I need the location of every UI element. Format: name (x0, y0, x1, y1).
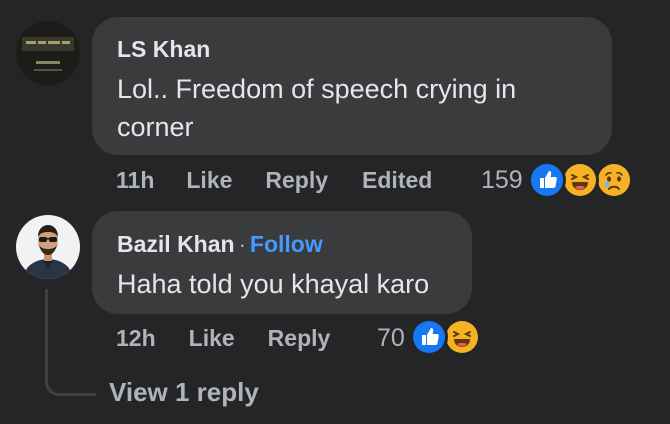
comment-header: Bazil Khan · Follow (117, 230, 448, 262)
comment-text-line: corner (117, 112, 194, 142)
comment-author[interactable]: Bazil Khan (117, 231, 235, 257)
like-icon (410, 318, 448, 356)
avatar-ls-khan[interactable] (16, 21, 80, 85)
separator-dot: · (238, 232, 246, 257)
haha-icon (443, 318, 481, 356)
comment-bubble: LS Khan Lol.. Freedom of speech crying i… (92, 17, 612, 155)
comment-text: Lol.. Freedom of speech crying in corner (117, 70, 588, 146)
reply-button[interactable]: Reply (268, 325, 331, 352)
like-button[interactable]: Like (186, 167, 232, 194)
comment-text: Haha told you khayal karo (117, 269, 430, 299)
avatar-image (16, 215, 80, 279)
haha-icon (561, 161, 599, 199)
comments-section: LS Khan Lol.. Freedom of speech crying i… (0, 0, 670, 424)
like-button[interactable]: Like (189, 325, 235, 352)
sad-icon (595, 161, 633, 199)
comment-actions: 11h Like Reply Edited (116, 163, 432, 197)
reaction-count[interactable]: 70 (377, 321, 405, 355)
avatar-image (16, 21, 80, 85)
edited-label: Edited (362, 166, 433, 193)
follow-button[interactable]: Follow (250, 231, 323, 257)
view-replies-link[interactable]: View 1 reply (109, 377, 259, 408)
avatar-bazil-khan[interactable] (16, 215, 80, 279)
reply-button[interactable]: Reply (265, 167, 328, 194)
comment-author[interactable]: LS Khan (117, 35, 588, 63)
comment-bubble: Bazil Khan · Follow Haha told you khayal k… (92, 211, 472, 314)
comment-actions: 12h Like Reply (116, 321, 330, 355)
comment-timestamp[interactable]: 11h (116, 167, 154, 194)
reaction-count[interactable]: 159 (481, 163, 523, 197)
like-icon (528, 161, 566, 199)
comment-text-line: Lol.. Freedom of speech crying in (117, 74, 517, 104)
comment-timestamp[interactable]: 12h (116, 325, 156, 352)
thread-connector-line (45, 289, 96, 396)
